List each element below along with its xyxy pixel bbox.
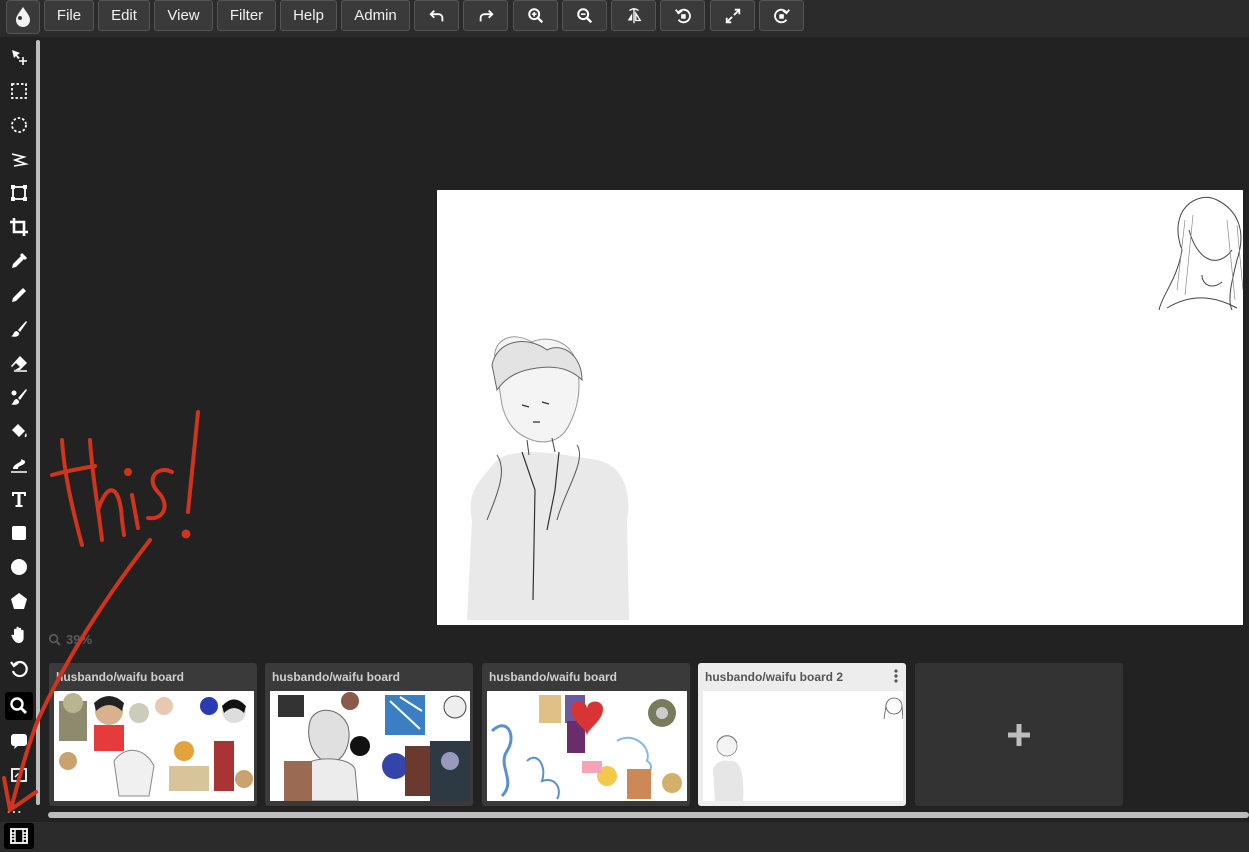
zoom-out-icon: [576, 7, 592, 23]
smudge-tool[interactable]: [7, 385, 31, 409]
left-toolbar: [0, 37, 36, 852]
crop-icon: [10, 218, 28, 236]
brush-icon: [11, 321, 27, 337]
menu-file[interactable]: File: [44, 0, 94, 31]
rotate-right-button[interactable]: [759, 0, 804, 31]
magnifier-icon: [48, 633, 61, 646]
zoom-in-button[interactable]: [513, 0, 558, 31]
board-title: husbando/waifu board: [56, 670, 184, 684]
canvas-artwork: [467, 196, 1243, 620]
board-thumbnail-2[interactable]: husbando/waifu board: [265, 663, 473, 806]
rect-select-icon: [11, 83, 27, 99]
transform-icon: [11, 185, 27, 201]
text-tool[interactable]: [7, 487, 31, 511]
zoom-out-button[interactable]: [562, 0, 607, 31]
move-tool[interactable]: [7, 45, 31, 69]
left-toolbar-scrollbar[interactable]: [36, 40, 40, 805]
eyedropper-icon: [12, 252, 28, 268]
undo-icon: [428, 9, 443, 21]
eyedropper-tool[interactable]: [7, 249, 31, 273]
board-title: husbando/waifu board: [489, 670, 617, 684]
board-title: husbando/waifu board: [272, 670, 400, 684]
ellipse-select-tool[interactable]: [7, 113, 31, 137]
shape-tool[interactable]: [7, 589, 31, 613]
eraser-tool[interactable]: [7, 351, 31, 375]
board-title: husbando/waifu board 2: [705, 670, 844, 684]
ellipse-select-icon: [11, 117, 27, 133]
eraser-icon: [11, 356, 27, 372]
zoom-tool[interactable]: [5, 692, 33, 720]
rotate-right-icon: [773, 8, 790, 23]
droplet-logo-icon: [16, 7, 30, 27]
transform-tool[interactable]: [7, 181, 31, 205]
film-strip-icon: [10, 828, 28, 844]
lasso-tool[interactable]: [7, 147, 31, 171]
speech-bubble-icon: [11, 734, 27, 749]
board-preview: [54, 691, 254, 801]
redo-icon: [479, 9, 494, 21]
board-thumbnail-1[interactable]: husbando/waifu board: [49, 663, 257, 806]
menu-help[interactable]: Help: [280, 0, 337, 31]
smudge-icon: [11, 389, 27, 405]
add-board-button[interactable]: [915, 663, 1123, 806]
menu-edit[interactable]: Edit: [98, 0, 150, 31]
fullscreen-button[interactable]: [710, 0, 755, 31]
app-logo[interactable]: [6, 0, 40, 34]
gradient-icon: [11, 459, 27, 473]
plus-icon: [1008, 723, 1030, 746]
rotate-icon: [10, 660, 28, 678]
layers-tool[interactable]: [7, 763, 31, 787]
zoom-icon: [10, 697, 27, 714]
board-thumbnail-3[interactable]: husbando/waifu board: [482, 663, 690, 806]
hand-icon: [11, 626, 24, 643]
menu-view[interactable]: View: [154, 0, 213, 31]
crop-tool[interactable]: [7, 215, 31, 239]
brush-tool[interactable]: [7, 317, 31, 341]
rotate-tool[interactable]: [7, 657, 31, 681]
boards-toggle-button[interactable]: [4, 823, 34, 849]
flip-button[interactable]: [611, 0, 656, 31]
undo-button[interactable]: [414, 0, 459, 31]
zoom-in-icon: [527, 7, 543, 23]
fullscreen-icon: [725, 8, 740, 23]
shape-icon: [11, 593, 27, 609]
circle-icon: [11, 559, 27, 575]
board-preview: [703, 691, 903, 801]
drawing-canvas[interactable]: [437, 190, 1243, 625]
board-thumbnail-4[interactable]: husbando/waifu board 2: [698, 663, 906, 806]
rotate-left-icon: [674, 8, 691, 23]
layers-icon: [11, 768, 27, 782]
flip-icon: [627, 7, 642, 23]
zoom-indicator: 39%: [48, 632, 92, 647]
bottom-bar: [0, 822, 1249, 852]
pen-tool[interactable]: [7, 283, 31, 307]
more-tools-button[interactable]: ⋯: [6, 802, 23, 822]
circle-tool[interactable]: [7, 555, 31, 579]
rotate-left-button[interactable]: [660, 0, 705, 31]
gradient-tool[interactable]: [7, 453, 31, 477]
speech-bubble-tool[interactable]: [7, 729, 31, 753]
pen-icon: [12, 288, 26, 302]
rectangle-icon: [12, 526, 26, 540]
board-preview: [270, 691, 470, 801]
top-menu-bar: File Edit View Filter Help Admin: [0, 0, 1249, 37]
zoom-value: 39%: [66, 632, 93, 647]
text-icon: [12, 492, 26, 507]
boards-horizontal-scrollbar[interactable]: [48, 812, 1249, 818]
kebab-menu-icon[interactable]: [894, 669, 898, 683]
menu-admin[interactable]: Admin: [341, 0, 410, 31]
hand-tool[interactable]: [7, 623, 31, 647]
fill-tool[interactable]: [7, 419, 31, 443]
redo-button[interactable]: [463, 0, 508, 31]
menu-filter[interactable]: Filter: [217, 0, 276, 31]
rectangle-tool[interactable]: [7, 521, 31, 545]
board-preview: [487, 691, 687, 801]
lasso-icon: [11, 153, 29, 167]
rect-select-tool[interactable]: [7, 79, 31, 103]
fill-icon: [12, 424, 27, 438]
move-icon: [12, 50, 27, 65]
